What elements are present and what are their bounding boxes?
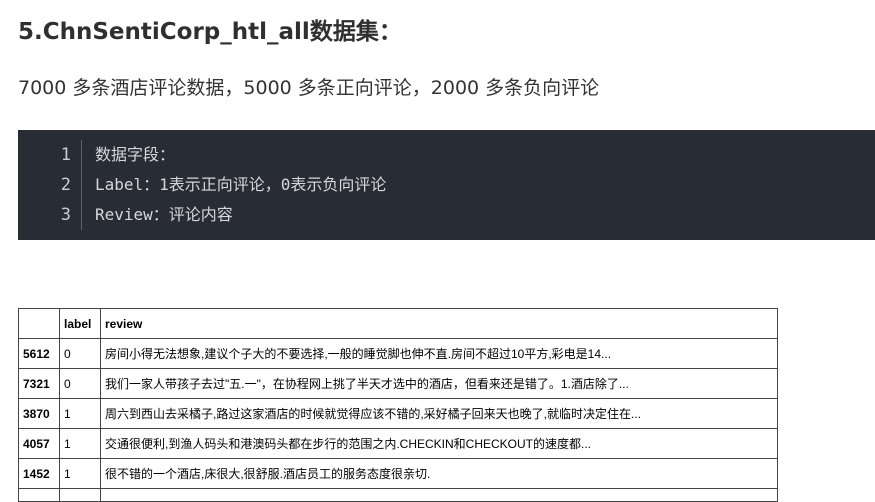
code-block: 1 数据字段： 2 Label：1表示正向评论，0表示负向评论 3 Review… [18,130,875,240]
row-index: 1452 [18,458,60,489]
dataset-description: 7000 多条酒店评论数据，5000 多条正向评论，2000 多条负向评论 [18,77,600,99]
row-index [18,488,60,502]
row-index: 3870 [18,398,60,429]
dataset-sample-table: label review 5612 0 房间小得无法想象,建议个子大的不要选择,… [18,308,778,502]
table-row: 4057 1 交通很便利,到渔人码头和港澳码头都在步行的范围之内.CHECKIN… [18,428,778,459]
row-review: 交通很便利,到渔人码头和港澳码头都在步行的范围之内.CHECKIN和CHECKO… [100,428,778,459]
section-heading: 5.ChnSentiCorp_htl_all数据集： [18,19,402,45]
row-index: 7321 [18,368,60,399]
row-label: 1 [59,458,101,489]
row-label [59,488,101,502]
line-number: 1 [18,140,82,170]
row-label: 1 [59,398,101,429]
row-review: 我们一家人带孩子去过"五.一"，在协程网上挑了半天才选中的酒店，但看来还是错了。… [100,368,778,399]
table-row: 3870 1 周六到西山去采橘子,路过这家酒店的时候就觉得应该不错的,采好橘子回… [18,398,778,429]
row-index: 5612 [18,338,60,369]
code-line: 2 Label：1表示正向评论，0表示负向评论 [18,170,875,200]
header-index [18,308,60,339]
row-review: 很不错的一个酒店,床很大,很舒服.酒店员工的服务态度很亲切. [100,458,778,489]
row-review [100,488,778,502]
code-line: 1 数据字段： [18,140,875,170]
row-index: 4057 [18,428,60,459]
header-review: review [100,308,778,339]
line-number: 3 [18,200,82,230]
row-label: 1 [59,428,101,459]
row-review: 周六到西山去采橘子,路过这家酒店的时候就觉得应该不错的,采好橘子回来天也晚了,就… [100,398,778,429]
table-row-partial [18,488,778,502]
table-row: 1452 1 很不错的一个酒店,床很大,很舒服.酒店员工的服务态度很亲切. [18,458,778,489]
table-header-row: label review [18,308,778,339]
line-number: 2 [18,170,82,200]
row-label: 0 [59,368,101,399]
code-text: Review：评论内容 [95,205,233,224]
row-label: 0 [59,338,101,369]
table-row: 5612 0 房间小得无法想象,建议个子大的不要选择,一般的睡觉脚也伸不直.房间… [18,338,778,369]
code-line: 3 Review：评论内容 [18,200,875,230]
header-label: label [59,308,101,339]
row-review: 房间小得无法想象,建议个子大的不要选择,一般的睡觉脚也伸不直.房间不超过10平方… [100,338,778,369]
code-text: Label：1表示正向评论，0表示负向评论 [95,175,387,194]
table-row: 7321 0 我们一家人带孩子去过"五.一"，在协程网上挑了半天才选中的酒店，但… [18,368,778,399]
code-text: 数据字段： [95,145,176,164]
